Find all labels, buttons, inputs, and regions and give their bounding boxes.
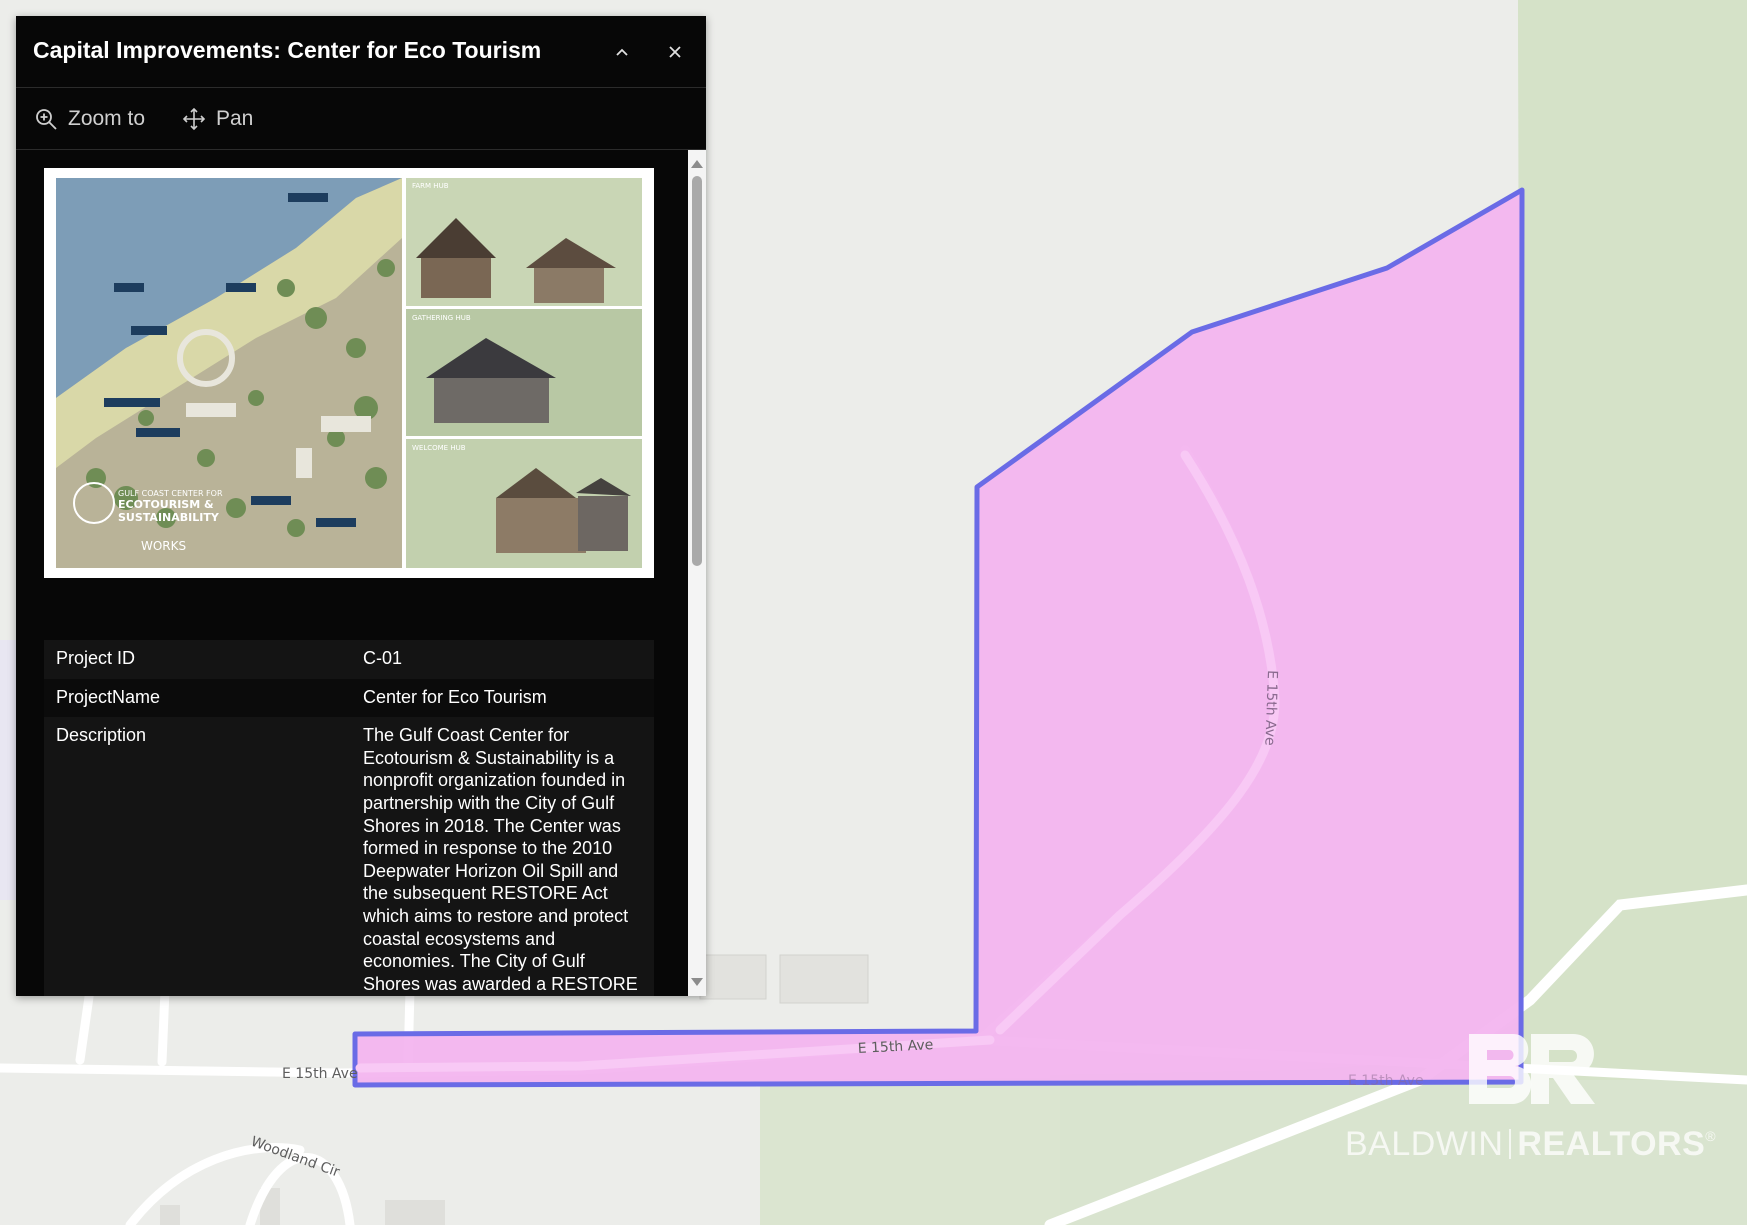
popup-header: Capital Improvements: Center for Eco Tou… [16, 16, 706, 88]
project-rendering: GULF COAST CENTER FOR ECOTOURISM & SUSTA… [56, 178, 642, 568]
scroll-up-arrow-icon[interactable] [691, 160, 703, 168]
green-area [760, 1078, 1060, 1225]
attribute-key: Description [44, 717, 351, 996]
attribute-row: Project ID C-01 [44, 640, 654, 679]
collapse-button[interactable] [606, 36, 638, 68]
hub-label: GATHERING HUB [412, 314, 471, 322]
map-block [0, 640, 16, 900]
road-label: E 15th Ave [282, 1066, 358, 1082]
popup-title: Capital Improvements: Center for Eco Tou… [33, 37, 542, 63]
close-button[interactable] [659, 36, 691, 68]
attribute-row: ProjectName Center for Eco Tourism [44, 678, 654, 718]
popup-scrollbar[interactable] [688, 150, 706, 996]
attribute-value: C-01 [351, 640, 654, 679]
chevron-up-icon [616, 48, 628, 56]
zoom-to-button[interactable]: Zoom to [34, 104, 145, 134]
logo-line: ECOTOURISM & [118, 498, 214, 511]
building-footprint [160, 1205, 180, 1225]
building-footprint [699, 954, 767, 1000]
zoom-in-icon [36, 109, 57, 130]
zoom-to-label: Zoom to [68, 107, 146, 130]
logo-line: SUSTAINABILITY [118, 511, 220, 524]
attribute-key: Project ID [44, 640, 351, 679]
br-logo-icon [1469, 1034, 1595, 1104]
attribute-value: The Gulf Coast Center for Ecotourism & S… [351, 717, 654, 996]
feature-popup: Capital Improvements: Center for Eco Tou… [16, 16, 706, 996]
scroll-down-arrow-icon[interactable] [691, 978, 703, 986]
hub-label: FARM HUB [412, 182, 449, 190]
attribute-key: ProjectName [44, 678, 351, 718]
watermark: BALDWIN REALTORS® [1345, 1030, 1717, 1170]
project-image: GULF COAST CENTER FOR ECOTOURISM & SUSTA… [44, 168, 654, 578]
watermark-text: BALDWIN REALTORS® [1345, 1125, 1717, 1163]
road-label: E 15th Ave [1261, 670, 1280, 746]
pan-label: Pan [216, 107, 254, 130]
pan-button[interactable]: Pan [182, 104, 253, 134]
scroll-thumb[interactable] [692, 176, 702, 566]
attribute-value: Center for Eco Tourism [351, 678, 654, 718]
attribute-table: Project ID C-01 ProjectName Center for E… [44, 640, 654, 996]
hub-label: WELCOME HUB [412, 444, 466, 452]
logo-small: WORKS [141, 539, 186, 553]
popup-content[interactable]: GULF COAST CENTER FOR ECOTOURISM & SUSTA… [16, 150, 688, 996]
green-area [1518, 0, 1747, 1080]
popup-actions: Zoom to Pan [16, 88, 706, 150]
building-footprint [385, 1200, 445, 1225]
building-footprint [779, 954, 869, 1004]
attribute-row: Description The Gulf Coast Center for Ec… [44, 717, 654, 996]
logo-line: GULF COAST CENTER FOR [118, 489, 223, 498]
pan-arrows-icon [182, 107, 206, 131]
close-icon [669, 46, 681, 58]
